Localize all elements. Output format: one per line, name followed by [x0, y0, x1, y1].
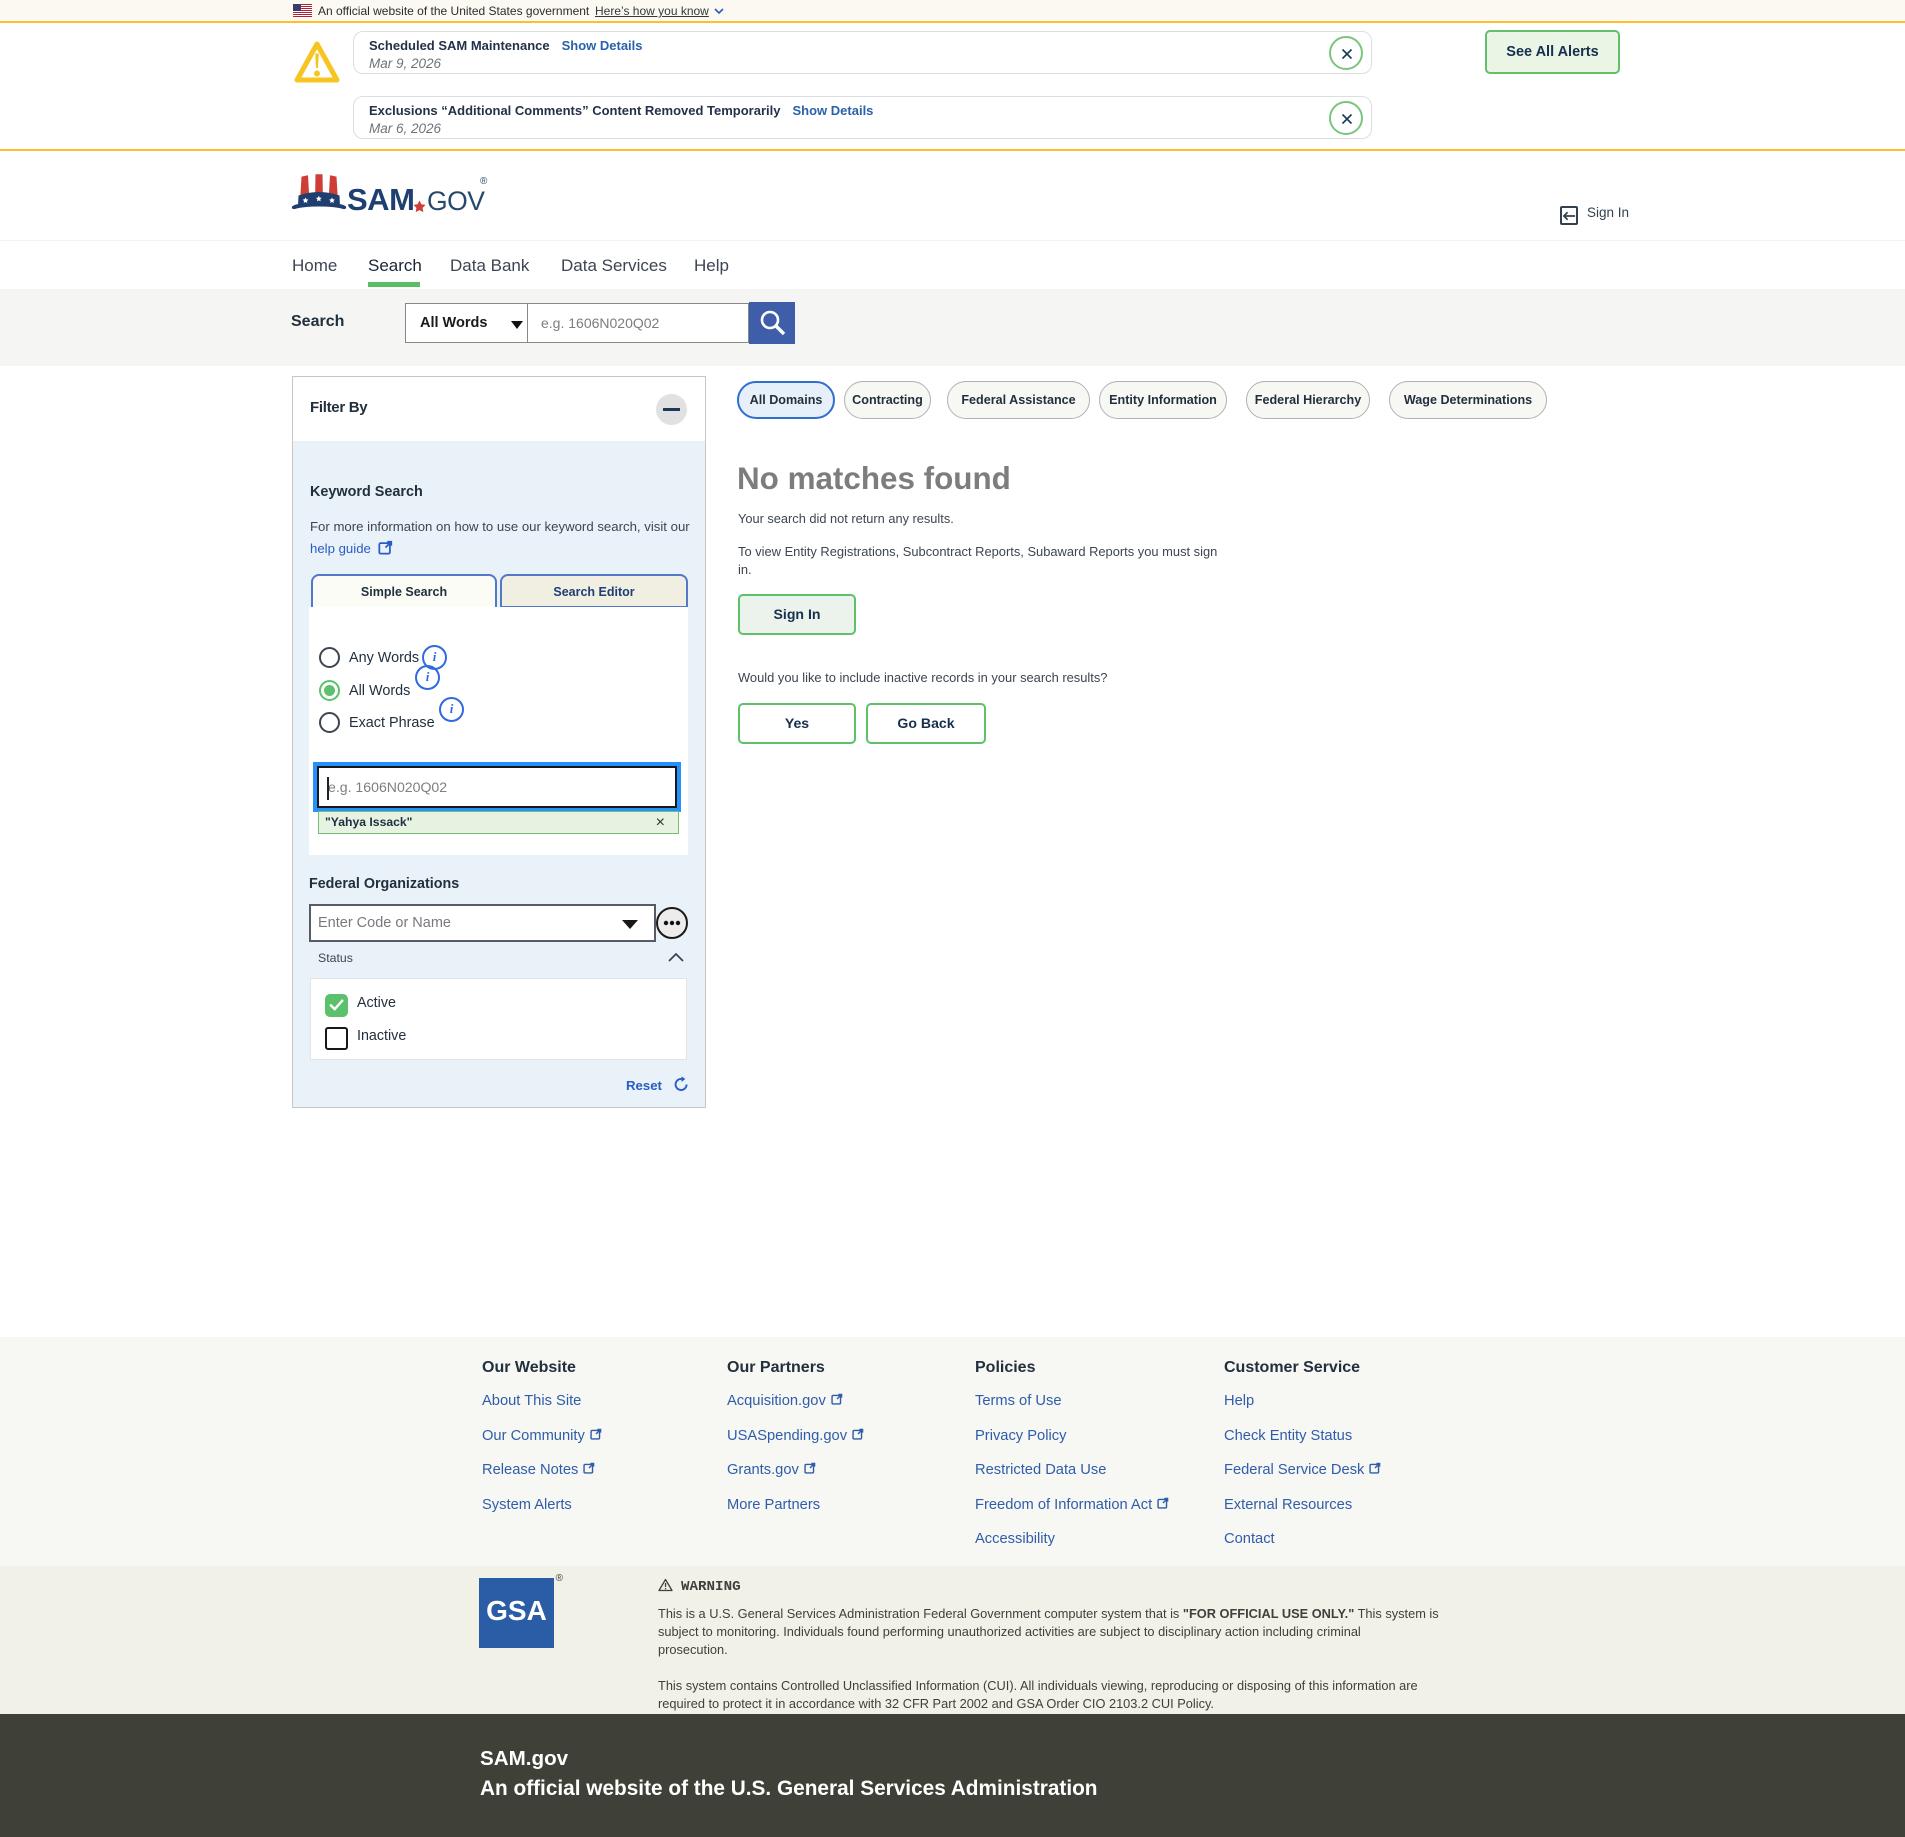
- svg-text:GOV: GOV: [427, 186, 485, 216]
- svg-text:®: ®: [480, 176, 488, 187]
- svg-text:SAM: SAM: [347, 182, 414, 217]
